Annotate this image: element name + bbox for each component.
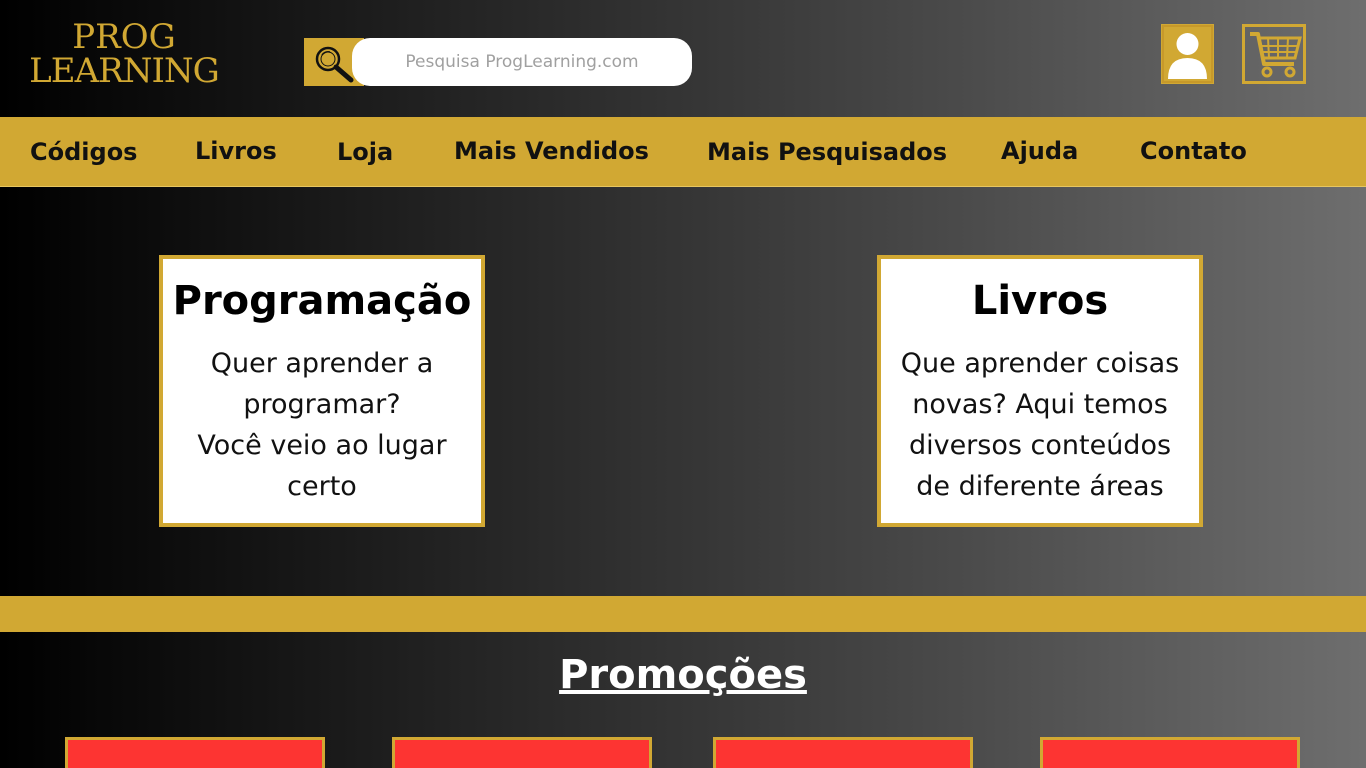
logo-line-1: PROG xyxy=(72,17,176,57)
nav-item-codigos[interactable]: Códigos xyxy=(30,138,137,166)
nav-item-mais-pesquisados[interactable]: Mais Pesquisados xyxy=(707,138,947,166)
card-text: Que aprender coisas novas? Aqui temos di… xyxy=(900,348,1180,502)
nav-item-contato[interactable]: Contato xyxy=(1140,137,1247,165)
promo-card[interactable] xyxy=(65,737,325,768)
promo-card[interactable] xyxy=(1040,737,1300,768)
search-input[interactable] xyxy=(352,38,692,86)
nav-item-livros[interactable]: Livros xyxy=(195,137,277,165)
user-icon[interactable] xyxy=(1161,24,1214,84)
magnifier-icon xyxy=(315,46,354,83)
livros-card[interactable]: Livros Que aprender coisas novas? Aqui t… xyxy=(877,255,1203,527)
programacao-card[interactable]: Programação Quer aprender a programar? V… xyxy=(159,255,485,527)
nav-item-ajuda[interactable]: Ajuda xyxy=(1001,137,1078,165)
divider-band xyxy=(0,596,1366,632)
card-text: Quer aprender a programar? Você veio ao … xyxy=(197,348,447,502)
nav-item-loja[interactable]: Loja xyxy=(337,138,393,166)
nav-item-mais-vendidos[interactable]: Mais Vendidos xyxy=(454,137,649,165)
promo-title: Promoções xyxy=(559,652,807,698)
promo-card[interactable] xyxy=(392,737,652,768)
card-title: Livros xyxy=(971,278,1109,324)
main-nav: Códigos Livros Loja Mais Vendidos Mais P… xyxy=(0,117,1366,187)
logo[interactable]: PROG LEARNING xyxy=(24,20,224,88)
header: PROG LEARNING xyxy=(0,0,1366,117)
logo-line-2: LEARNING xyxy=(29,51,220,91)
promo-card[interactable] xyxy=(713,737,973,768)
card-title: Programação xyxy=(172,278,472,324)
cart-icon[interactable] xyxy=(1242,24,1306,84)
